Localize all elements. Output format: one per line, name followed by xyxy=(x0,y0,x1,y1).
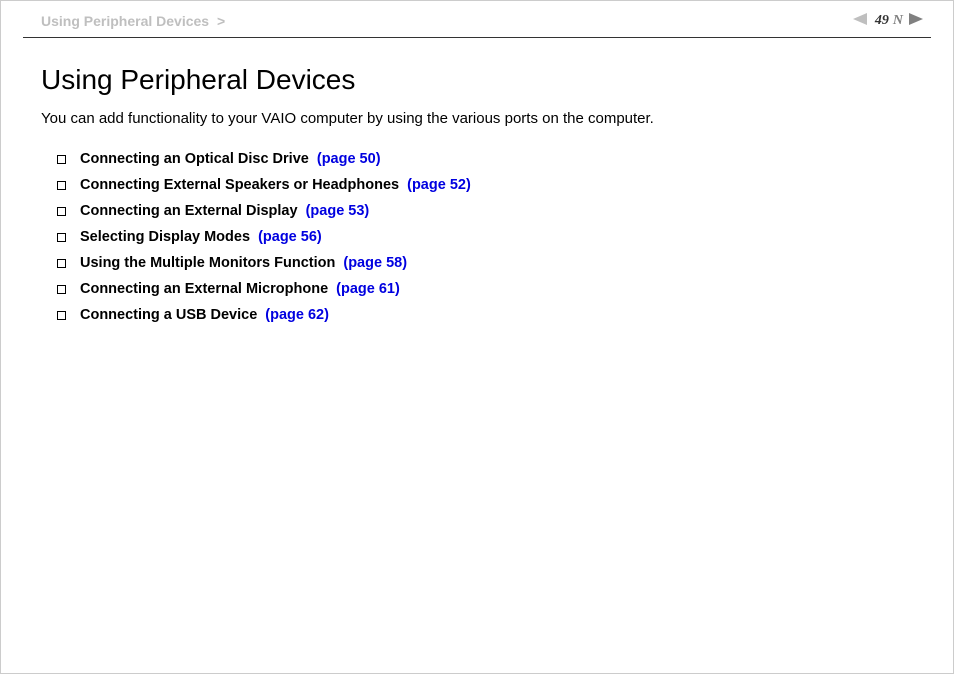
breadcrumb: Using Peripheral Devices > xyxy=(41,13,225,29)
bullet-icon xyxy=(57,259,66,268)
bullet-icon xyxy=(57,233,66,242)
page-n-letter: N xyxy=(893,13,903,29)
toc-item: Connecting an Optical Disc Drive (page 5… xyxy=(57,151,913,167)
page-nav: 49 N xyxy=(853,13,923,29)
bullet-icon xyxy=(57,155,66,164)
page-title: Using Peripheral Devices xyxy=(41,64,913,96)
page-content: Using Peripheral Devices You can add fun… xyxy=(1,38,953,323)
toc-item: Connecting a USB Device (page 62) xyxy=(57,307,913,323)
toc-label: Using the Multiple Monitors Function xyxy=(80,255,335,271)
breadcrumb-section: Using Peripheral Devices xyxy=(41,13,209,29)
toc-label: Connecting an External Microphone xyxy=(80,281,328,297)
bullet-icon xyxy=(57,311,66,320)
toc-page-link[interactable]: (page 61) xyxy=(336,281,400,297)
bullet-icon xyxy=(57,285,66,294)
toc-label: Connecting External Speakers or Headphon… xyxy=(80,177,399,193)
toc-page-link[interactable]: (page 52) xyxy=(407,177,471,193)
breadcrumb-separator: > xyxy=(217,13,225,29)
intro-text: You can add functionality to your VAIO c… xyxy=(41,110,913,127)
toc-page-link[interactable]: (page 53) xyxy=(306,203,370,219)
toc-page-link[interactable]: (page 50) xyxy=(317,151,381,167)
toc-list: Connecting an Optical Disc Drive (page 5… xyxy=(41,151,913,323)
next-page-icon[interactable] xyxy=(909,13,923,29)
bullet-icon xyxy=(57,181,66,190)
toc-item: Connecting an External Display (page 53) xyxy=(57,203,913,219)
toc-label: Connecting an External Display xyxy=(80,203,298,219)
toc-label: Connecting a USB Device xyxy=(80,307,257,323)
toc-item: Connecting an External Microphone (page … xyxy=(57,281,913,297)
toc-item: Using the Multiple Monitors Function (pa… xyxy=(57,255,913,271)
page-number: 49 xyxy=(875,13,889,29)
page-header: Using Peripheral Devices > 49 N xyxy=(1,1,953,37)
toc-label: Selecting Display Modes xyxy=(80,229,250,245)
toc-item: Selecting Display Modes (page 56) xyxy=(57,229,913,245)
toc-page-link[interactable]: (page 62) xyxy=(265,307,329,323)
toc-item: Connecting External Speakers or Headphon… xyxy=(57,177,913,193)
toc-label: Connecting an Optical Disc Drive xyxy=(80,151,309,167)
bullet-icon xyxy=(57,207,66,216)
toc-page-link[interactable]: (page 56) xyxy=(258,229,322,245)
toc-page-link[interactable]: (page 58) xyxy=(343,255,407,271)
prev-page-icon[interactable] xyxy=(853,13,867,29)
